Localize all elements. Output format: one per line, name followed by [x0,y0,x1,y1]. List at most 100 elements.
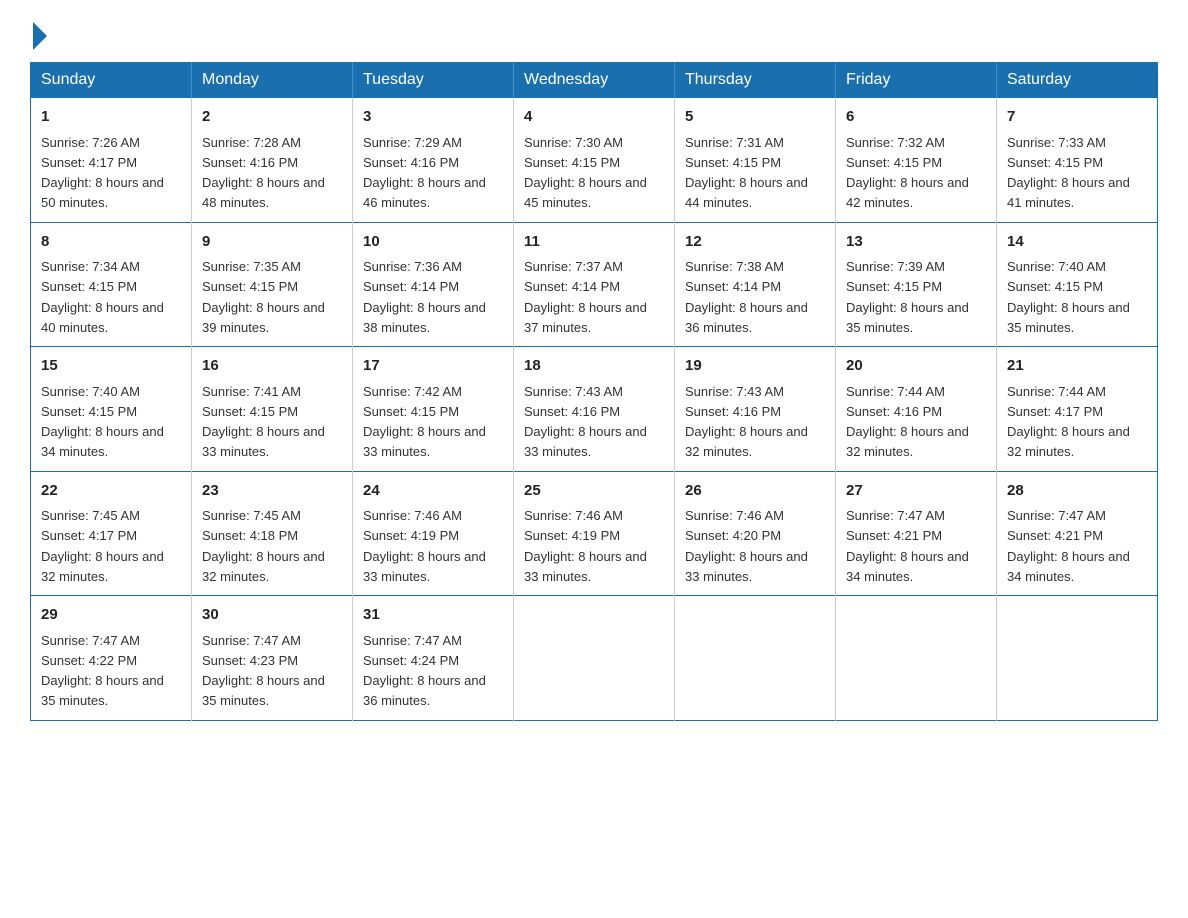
day-info: Sunrise: 7:46 AMSunset: 4:20 PMDaylight:… [685,508,808,584]
calendar-day-cell: 5 Sunrise: 7:31 AMSunset: 4:15 PMDayligh… [675,98,836,223]
day-info: Sunrise: 7:43 AMSunset: 4:16 PMDaylight:… [524,384,647,460]
calendar-day-cell: 17 Sunrise: 7:42 AMSunset: 4:15 PMDaylig… [353,347,514,472]
weekday-row: SundayMondayTuesdayWednesdayThursdayFrid… [31,63,1158,98]
day-number: 18 [524,355,664,378]
weekday-header: Friday [836,63,997,98]
day-number: 15 [41,355,181,378]
calendar-day-cell: 14 Sunrise: 7:40 AMSunset: 4:15 PMDaylig… [997,222,1158,347]
day-info: Sunrise: 7:47 AMSunset: 4:21 PMDaylight:… [846,508,969,584]
calendar-day-cell: 26 Sunrise: 7:46 AMSunset: 4:20 PMDaylig… [675,471,836,596]
calendar-day-cell [514,596,675,721]
calendar-day-cell: 25 Sunrise: 7:46 AMSunset: 4:19 PMDaylig… [514,471,675,596]
day-number: 19 [685,355,825,378]
calendar-day-cell: 13 Sunrise: 7:39 AMSunset: 4:15 PMDaylig… [836,222,997,347]
weekday-header: Wednesday [514,63,675,98]
day-info: Sunrise: 7:35 AMSunset: 4:15 PMDaylight:… [202,259,325,335]
logo [30,20,47,44]
day-number: 16 [202,355,342,378]
calendar-header: SundayMondayTuesdayWednesdayThursdayFrid… [31,63,1158,98]
day-number: 26 [685,480,825,503]
calendar-day-cell: 3 Sunrise: 7:29 AMSunset: 4:16 PMDayligh… [353,98,514,223]
day-info: Sunrise: 7:45 AMSunset: 4:17 PMDaylight:… [41,508,164,584]
day-number: 24 [363,480,503,503]
day-number: 22 [41,480,181,503]
calendar-day-cell: 30 Sunrise: 7:47 AMSunset: 4:23 PMDaylig… [192,596,353,721]
calendar-day-cell: 18 Sunrise: 7:43 AMSunset: 4:16 PMDaylig… [514,347,675,472]
calendar-week-row: 22 Sunrise: 7:45 AMSunset: 4:17 PMDaylig… [31,471,1158,596]
day-info: Sunrise: 7:44 AMSunset: 4:16 PMDaylight:… [846,384,969,460]
calendar-week-row: 15 Sunrise: 7:40 AMSunset: 4:15 PMDaylig… [31,347,1158,472]
calendar-day-cell: 28 Sunrise: 7:47 AMSunset: 4:21 PMDaylig… [997,471,1158,596]
calendar-day-cell: 31 Sunrise: 7:47 AMSunset: 4:24 PMDaylig… [353,596,514,721]
calendar-day-cell: 11 Sunrise: 7:37 AMSunset: 4:14 PMDaylig… [514,222,675,347]
day-info: Sunrise: 7:42 AMSunset: 4:15 PMDaylight:… [363,384,486,460]
calendar-day-cell: 20 Sunrise: 7:44 AMSunset: 4:16 PMDaylig… [836,347,997,472]
day-info: Sunrise: 7:37 AMSunset: 4:14 PMDaylight:… [524,259,647,335]
day-info: Sunrise: 7:38 AMSunset: 4:14 PMDaylight:… [685,259,808,335]
day-info: Sunrise: 7:43 AMSunset: 4:16 PMDaylight:… [685,384,808,460]
day-number: 10 [363,231,503,254]
calendar-day-cell: 6 Sunrise: 7:32 AMSunset: 4:15 PMDayligh… [836,98,997,223]
calendar-day-cell: 19 Sunrise: 7:43 AMSunset: 4:16 PMDaylig… [675,347,836,472]
day-info: Sunrise: 7:34 AMSunset: 4:15 PMDaylight:… [41,259,164,335]
day-number: 5 [685,106,825,129]
calendar-table: SundayMondayTuesdayWednesdayThursdayFrid… [30,62,1158,721]
day-number: 25 [524,480,664,503]
calendar-day-cell: 12 Sunrise: 7:38 AMSunset: 4:14 PMDaylig… [675,222,836,347]
calendar-day-cell: 27 Sunrise: 7:47 AMSunset: 4:21 PMDaylig… [836,471,997,596]
day-info: Sunrise: 7:40 AMSunset: 4:15 PMDaylight:… [1007,259,1130,335]
calendar-day-cell: 24 Sunrise: 7:46 AMSunset: 4:19 PMDaylig… [353,471,514,596]
calendar-week-row: 8 Sunrise: 7:34 AMSunset: 4:15 PMDayligh… [31,222,1158,347]
day-info: Sunrise: 7:26 AMSunset: 4:17 PMDaylight:… [41,135,164,211]
day-info: Sunrise: 7:39 AMSunset: 4:15 PMDaylight:… [846,259,969,335]
day-info: Sunrise: 7:33 AMSunset: 4:15 PMDaylight:… [1007,135,1130,211]
calendar-day-cell: 1 Sunrise: 7:26 AMSunset: 4:17 PMDayligh… [31,98,192,223]
calendar-day-cell: 9 Sunrise: 7:35 AMSunset: 4:15 PMDayligh… [192,222,353,347]
day-info: Sunrise: 7:29 AMSunset: 4:16 PMDaylight:… [363,135,486,211]
calendar-day-cell: 10 Sunrise: 7:36 AMSunset: 4:14 PMDaylig… [353,222,514,347]
day-number: 23 [202,480,342,503]
day-number: 13 [846,231,986,254]
calendar-day-cell: 15 Sunrise: 7:40 AMSunset: 4:15 PMDaylig… [31,347,192,472]
weekday-header: Tuesday [353,63,514,98]
day-info: Sunrise: 7:47 AMSunset: 4:22 PMDaylight:… [41,633,164,709]
page-header [30,20,1158,44]
calendar-day-cell: 7 Sunrise: 7:33 AMSunset: 4:15 PMDayligh… [997,98,1158,223]
weekday-header: Monday [192,63,353,98]
calendar-week-row: 1 Sunrise: 7:26 AMSunset: 4:17 PMDayligh… [31,98,1158,223]
day-number: 11 [524,231,664,254]
calendar-day-cell [997,596,1158,721]
day-info: Sunrise: 7:28 AMSunset: 4:16 PMDaylight:… [202,135,325,211]
day-info: Sunrise: 7:36 AMSunset: 4:14 PMDaylight:… [363,259,486,335]
calendar-body: 1 Sunrise: 7:26 AMSunset: 4:17 PMDayligh… [31,98,1158,721]
calendar-day-cell: 22 Sunrise: 7:45 AMSunset: 4:17 PMDaylig… [31,471,192,596]
day-number: 31 [363,604,503,627]
day-info: Sunrise: 7:46 AMSunset: 4:19 PMDaylight:… [363,508,486,584]
day-number: 7 [1007,106,1147,129]
day-number: 12 [685,231,825,254]
calendar-day-cell [675,596,836,721]
calendar-day-cell [836,596,997,721]
logo-triangle-icon [33,22,47,50]
calendar-day-cell: 21 Sunrise: 7:44 AMSunset: 4:17 PMDaylig… [997,347,1158,472]
calendar-day-cell: 8 Sunrise: 7:34 AMSunset: 4:15 PMDayligh… [31,222,192,347]
day-info: Sunrise: 7:32 AMSunset: 4:15 PMDaylight:… [846,135,969,211]
day-number: 28 [1007,480,1147,503]
weekday-header: Thursday [675,63,836,98]
day-number: 14 [1007,231,1147,254]
day-info: Sunrise: 7:47 AMSunset: 4:21 PMDaylight:… [1007,508,1130,584]
day-number: 9 [202,231,342,254]
day-number: 29 [41,604,181,627]
day-info: Sunrise: 7:46 AMSunset: 4:19 PMDaylight:… [524,508,647,584]
calendar-day-cell: 4 Sunrise: 7:30 AMSunset: 4:15 PMDayligh… [514,98,675,223]
day-number: 4 [524,106,664,129]
day-number: 6 [846,106,986,129]
day-number: 2 [202,106,342,129]
calendar-day-cell: 23 Sunrise: 7:45 AMSunset: 4:18 PMDaylig… [192,471,353,596]
calendar-day-cell: 29 Sunrise: 7:47 AMSunset: 4:22 PMDaylig… [31,596,192,721]
day-number: 20 [846,355,986,378]
day-info: Sunrise: 7:31 AMSunset: 4:15 PMDaylight:… [685,135,808,211]
day-number: 1 [41,106,181,129]
day-number: 27 [846,480,986,503]
day-info: Sunrise: 7:47 AMSunset: 4:23 PMDaylight:… [202,633,325,709]
